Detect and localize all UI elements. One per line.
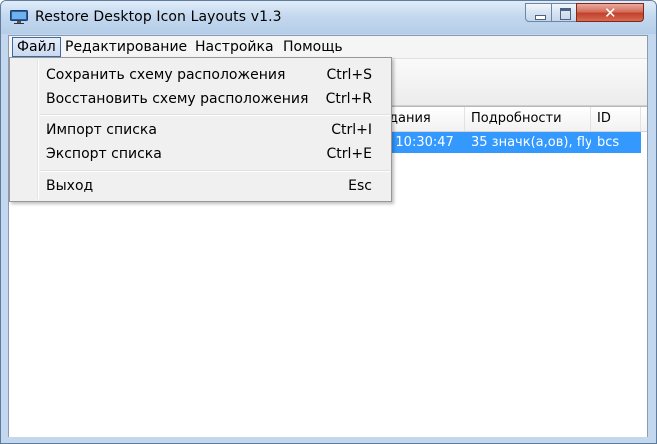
menu-item-shortcut: Ctrl+I <box>331 122 372 138</box>
menu-separator <box>40 170 390 172</box>
menu-item-export-list[interactable]: Экспорт списка Ctrl+E <box>12 143 389 165</box>
menu-separator <box>40 114 390 116</box>
file-menu-dropdown: Сохранить схему расположения Ctrl+S Восс… <box>9 57 392 202</box>
column-header-date[interactable]: дания <box>383 107 465 131</box>
menu-item-import-list[interactable]: Импорт списка Ctrl+I <box>12 119 389 141</box>
row-id: bcs <box>597 135 620 150</box>
row-details: 35 значк(а,ов), fly <box>471 135 591 150</box>
menu-file[interactable]: Файл <box>12 37 61 57</box>
column-header-details[interactable]: Подробности <box>465 107 591 131</box>
title-bar[interactable]: Restore Desktop Icon Layouts v1.3 ✕ <box>1 1 656 34</box>
window-title: Restore Desktop Icon Layouts v1.3 <box>35 9 282 25</box>
column-header-id[interactable]: ID <box>591 107 641 131</box>
maximize-icon <box>560 8 571 20</box>
menu-bar: Файл Редактирование Настройка Помощь <box>9 36 647 59</box>
menu-item-exit[interactable]: Выход Esc <box>12 175 389 197</box>
menu-item-shortcut: Ctrl+E <box>326 146 373 162</box>
app-window: Restore Desktop Icon Layouts v1.3 ✕ Файл… <box>0 0 657 444</box>
menu-item-save-layout[interactable]: Сохранить схему расположения Ctrl+S <box>12 64 389 86</box>
minimize-icon <box>535 15 546 20</box>
menu-edit[interactable]: Редактирование <box>61 37 191 57</box>
minimize-button[interactable] <box>525 3 552 22</box>
row-date: 3 10:30:47 <box>383 135 454 150</box>
menu-settings[interactable]: Настройка <box>191 37 278 57</box>
menu-help[interactable]: Помощь <box>279 37 347 57</box>
close-icon: ✕ <box>604 4 617 22</box>
menu-item-restore-layout[interactable]: Восстановить схему расположения Ctrl+R <box>12 88 389 110</box>
menu-item-label: Восстановить схему расположения <box>46 91 309 107</box>
menu-item-shortcut: Esc <box>348 178 372 194</box>
close-button[interactable]: ✕ <box>576 3 644 22</box>
menu-item-label: Импорт списка <box>46 122 157 138</box>
menu-item-shortcut: Ctrl+R <box>325 91 372 107</box>
menu-item-shortcut: Ctrl+S <box>326 67 372 83</box>
monitor-icon <box>10 10 28 24</box>
menu-item-label: Выход <box>46 178 94 194</box>
maximize-button[interactable] <box>551 3 577 22</box>
menu-item-label: Экспорт списка <box>46 146 162 162</box>
menu-item-label: Сохранить схему расположения <box>46 67 286 83</box>
